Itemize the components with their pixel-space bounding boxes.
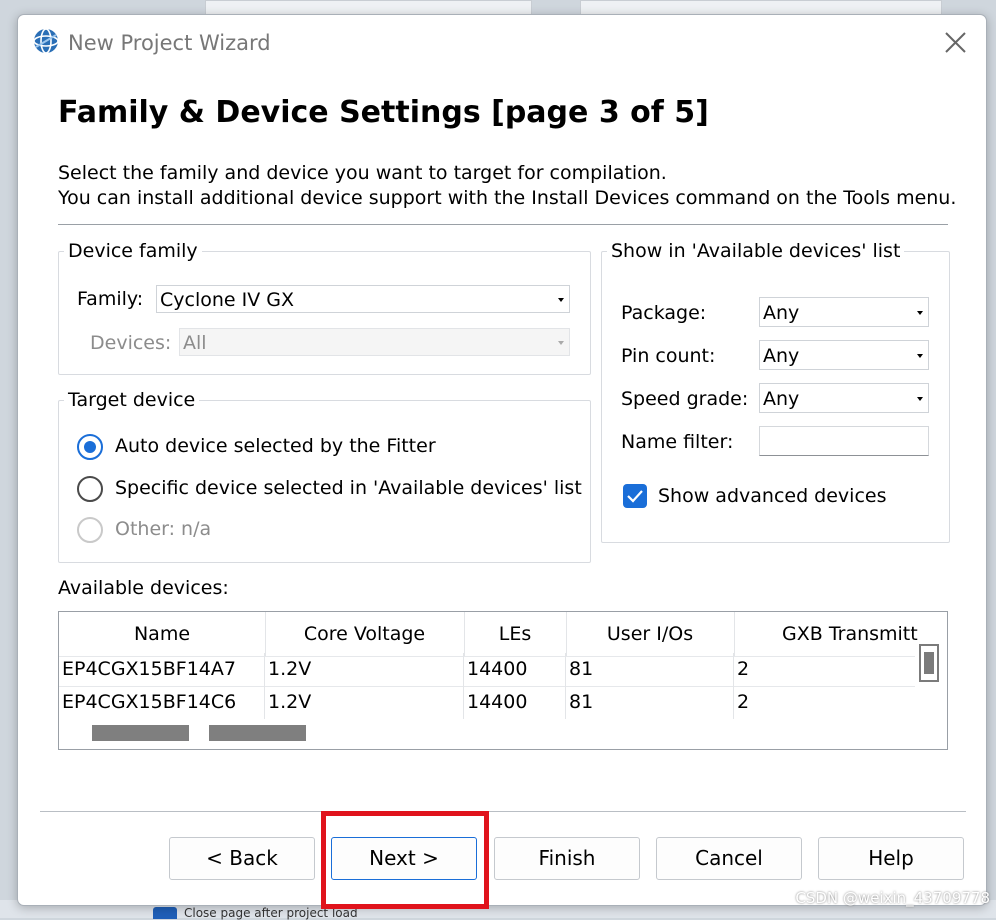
target-device-group: Target device Auto device selected by th… [58, 389, 591, 563]
background-checkbox [153, 907, 177, 919]
devices-dropdown-value: All [183, 332, 207, 354]
target-device-group-title: Target device [64, 389, 200, 411]
speed-grade-dropdown-value: Any [763, 388, 800, 410]
speed-grade-dropdown[interactable]: Any [759, 383, 929, 413]
finish-button[interactable]: Finish [494, 837, 640, 880]
header-divider [58, 224, 948, 225]
family-dropdown-value: Cyclone IV GX [160, 289, 295, 311]
show-in-list-group-title: Show in 'Available devices' list [607, 240, 905, 262]
table-cell[interactable]: 81 [566, 653, 734, 686]
available-devices-table[interactable]: Name Core Voltage LEs User I/Os GXB Tran… [58, 611, 948, 750]
table-cell[interactable]: EP4CGX15BF14A7 [59, 653, 265, 686]
new-project-wizard-dialog: New Project Wizard Family & Device Setti… [17, 14, 987, 909]
horizontal-scrollbar-thumb[interactable] [92, 725, 189, 741]
help-button[interactable]: Help [818, 837, 964, 880]
chevron-down-icon [917, 354, 923, 358]
footer-divider [40, 811, 966, 812]
table-cell[interactable]: EP4CGX15BF14C6 [59, 686, 265, 719]
family-label: Family: [77, 288, 144, 310]
vertical-scrollbar-thumb[interactable] [919, 644, 939, 682]
column-header-user-ios[interactable]: User I/Os [566, 612, 735, 656]
radio-specific-device-label: Specific device selected in 'Available d… [115, 477, 582, 499]
radio-other-device[interactable] [77, 517, 103, 543]
page-title: Family & Device Settings [page 3 of 5] [58, 95, 709, 130]
available-devices-label: Available devices: [58, 577, 229, 599]
checkmark-icon [627, 490, 643, 503]
pin-count-dropdown-value: Any [763, 345, 800, 367]
devices-label: Devices: [90, 332, 172, 354]
pin-count-dropdown[interactable]: Any [759, 340, 929, 370]
column-header-core-voltage[interactable]: Core Voltage [265, 612, 465, 656]
table-cell[interactable]: 14400 [464, 686, 566, 719]
table-cell[interactable]: 14400 [464, 653, 566, 686]
package-label: Package: [621, 302, 707, 324]
window-title: New Project Wizard [68, 31, 271, 55]
next-button-highlight-box [321, 811, 489, 909]
quartus-app-icon [32, 27, 60, 55]
column-header-gxb-transmitters[interactable]: GXB Transmitt [734, 612, 919, 656]
description-line-2: You can install additional device suppor… [58, 187, 957, 209]
column-header-les[interactable]: LEs [464, 612, 567, 656]
name-filter-label: Name filter: [621, 431, 734, 453]
show-advanced-devices-label: Show advanced devices [658, 485, 887, 507]
package-dropdown-value: Any [763, 302, 800, 324]
close-icon [945, 32, 966, 53]
chevron-down-icon [917, 397, 923, 401]
table-cell[interactable]: 2 [734, 653, 915, 686]
package-dropdown[interactable]: Any [759, 297, 929, 327]
device-family-group-title: Device family [64, 240, 202, 262]
name-filter-input[interactable] [759, 426, 929, 456]
chevron-down-icon [558, 298, 564, 302]
description-line-1: Select the family and device you want to… [58, 162, 667, 184]
table-cell[interactable]: 81 [566, 686, 734, 719]
family-dropdown[interactable]: Cyclone IV GX [156, 285, 570, 313]
show-in-list-group: Show in 'Available devices' list Package… [601, 240, 950, 543]
table-cell[interactable]: 1.2V [265, 653, 464, 686]
device-family-group: Device family Family: Cyclone IV GX Devi… [58, 240, 591, 375]
radio-auto-device[interactable] [77, 434, 103, 460]
speed-grade-label: Speed grade: [621, 388, 749, 410]
devices-dropdown[interactable]: All [179, 328, 570, 356]
pin-count-label: Pin count: [621, 345, 716, 367]
chevron-down-icon [558, 341, 564, 345]
radio-other-device-label: Other: n/a [115, 518, 212, 540]
cancel-button[interactable]: Cancel [656, 837, 802, 880]
horizontal-scrollbar-track[interactable] [209, 725, 306, 741]
column-header-name[interactable]: Name [59, 612, 266, 656]
show-advanced-devices-checkbox[interactable] [623, 484, 647, 508]
table-cell[interactable]: 2 [734, 686, 915, 719]
title-bar: New Project Wizard [18, 15, 986, 71]
table-cell[interactable]: 1.2V [265, 686, 464, 719]
back-button[interactable]: < Back [169, 837, 315, 880]
close-button[interactable] [939, 29, 971, 57]
chevron-down-icon [917, 311, 923, 315]
watermark: CSDN @weixin_43709778 [795, 889, 990, 907]
radio-auto-device-label: Auto device selected by the Fitter [115, 435, 436, 457]
radio-specific-device[interactable] [77, 476, 103, 502]
